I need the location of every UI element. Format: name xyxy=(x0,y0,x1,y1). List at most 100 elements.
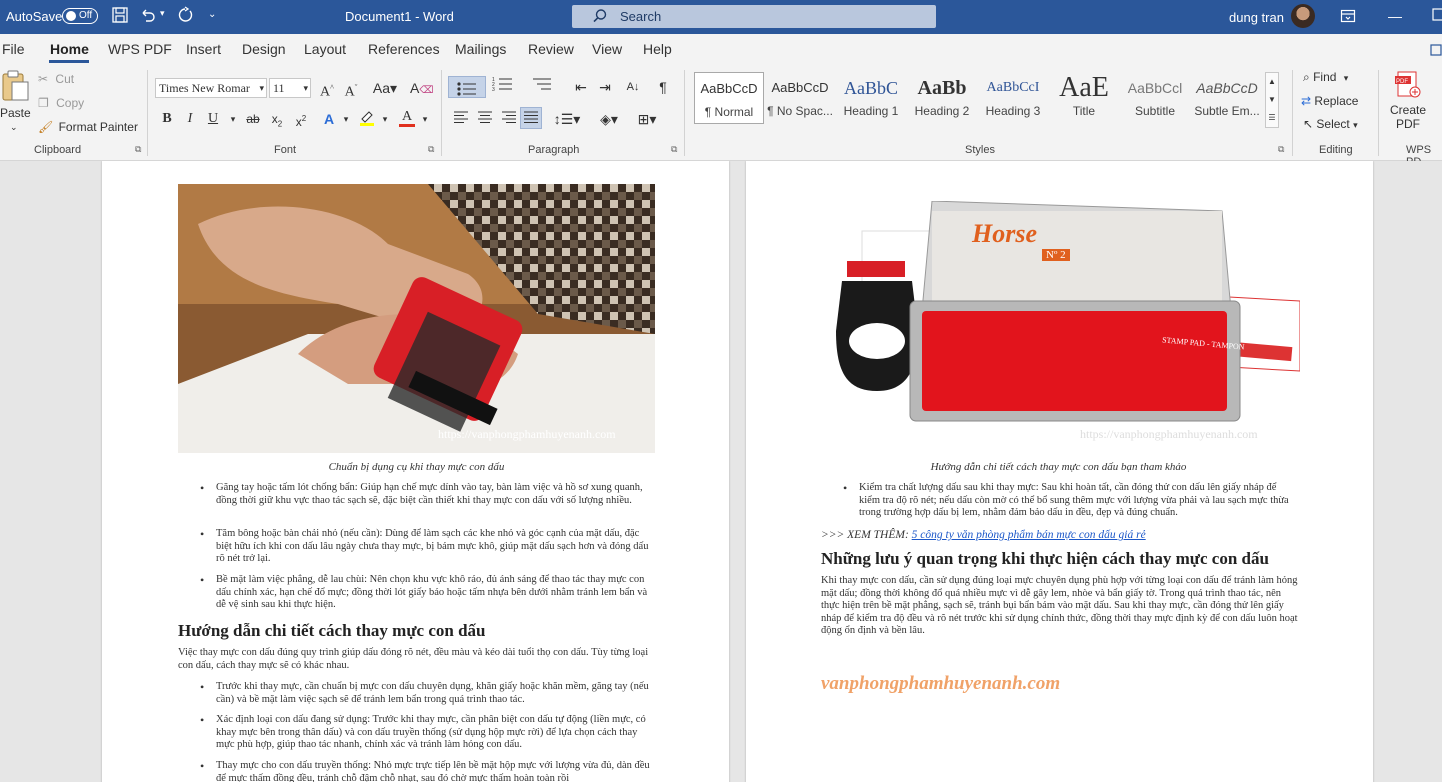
dialog-launcher-icon[interactable]: ⧉ xyxy=(428,144,434,155)
shading-icon[interactable]: ◈▾ xyxy=(594,108,624,130)
line-spacing-icon[interactable]: ↕☰▾ xyxy=(552,108,582,130)
underline-dropdown-icon[interactable]: ▾ xyxy=(222,108,244,130)
list-item: Kiểm tra chất lượng dấu sau khi thay mực… xyxy=(843,482,1299,520)
grow-font-icon[interactable]: A^ xyxy=(316,77,338,100)
styles-gallery-scroll[interactable]: ▲ ▼ ☰ xyxy=(1265,72,1279,128)
increase-indent-icon[interactable]: ⇥ xyxy=(594,76,616,98)
search-icon xyxy=(592,8,608,27)
search-box[interactable]: Search xyxy=(572,5,936,28)
autosave-toggle[interactable]: Off xyxy=(62,8,98,24)
format-painter-button[interactable]: 🖌 Format Painter xyxy=(38,120,138,134)
avatar[interactable] xyxy=(1291,4,1315,28)
tab-layout[interactable]: Layout xyxy=(304,41,346,57)
decrease-indent-icon[interactable]: ⇤ xyxy=(570,76,592,98)
show-hide-icon[interactable]: ¶ xyxy=(652,76,674,98)
style-heading-1[interactable]: AaBbC Heading 1 xyxy=(836,72,906,124)
title-bar: AutoSave Off ▾ ⌄ Document1 - Word Search… xyxy=(0,0,1442,34)
align-center-icon[interactable] xyxy=(474,108,496,130)
image-caption: Chuẩn bị dụng cụ khi thay mực con dấu xyxy=(328,461,505,473)
image-caption: Hướng dẫn chi tiết cách thay mực con dấu… xyxy=(930,461,1187,473)
tab-references[interactable]: References xyxy=(368,41,440,57)
ribbon-display-options-icon[interactable] xyxy=(1340,8,1356,27)
tab-wps-pdf[interactable]: WPS PDF xyxy=(108,41,172,57)
cut-label: Cut xyxy=(55,72,75,86)
strikethrough-icon[interactable]: ab xyxy=(242,108,264,130)
save-icon[interactable] xyxy=(111,6,129,27)
styles-group-label: Styles xyxy=(965,144,995,156)
copy-button[interactable]: ❐ Copy xyxy=(38,96,84,110)
chevron-down-icon[interactable]: ▼ xyxy=(1266,91,1278,109)
see-more-link[interactable]: 5 công ty văn phòng phẩm bán mực con dấu… xyxy=(912,529,1146,541)
font-size-box[interactable]: 11 ▾ xyxy=(269,78,311,98)
find-label: Find xyxy=(1313,70,1337,84)
paste-button[interactable]: Paste ⌄ xyxy=(0,70,31,132)
tab-home[interactable]: Home xyxy=(50,41,89,57)
bullets-icon[interactable] xyxy=(448,76,486,98)
paragraph-group-label: Paragraph xyxy=(528,144,580,156)
replace-button[interactable]: ⇄ Replace xyxy=(1301,94,1358,108)
minimize-icon[interactable]: — xyxy=(1388,8,1402,24)
more-icon[interactable]: ☰ xyxy=(1266,109,1278,127)
align-left-icon[interactable] xyxy=(450,108,472,130)
chevron-down-icon: ▾ xyxy=(303,83,308,93)
font-color-dropdown-icon[interactable]: ▾ xyxy=(414,108,436,130)
dialog-launcher-icon[interactable]: ⧉ xyxy=(135,144,141,155)
text-effects-dropdown-icon[interactable]: ▾ xyxy=(335,108,357,130)
customize-qat-icon[interactable]: ⌄ xyxy=(208,9,216,20)
style-normal[interactable]: AaBbCcD ¶ Normal xyxy=(694,72,764,124)
font-name-box[interactable]: Times New Romar ▾ xyxy=(155,78,267,98)
site-name: vanphongphamhuyenanh.com xyxy=(821,673,1061,694)
align-right-icon[interactable] xyxy=(498,108,520,130)
undo-icon[interactable] xyxy=(139,6,157,27)
document-area[interactable]: https://vanphongphamhuyenanh.com Chuẩn b… xyxy=(0,161,1442,782)
tab-insert[interactable]: Insert xyxy=(186,41,221,57)
tab-file[interactable]: File xyxy=(2,41,25,57)
font-group-label: Font xyxy=(274,144,297,156)
justify-icon[interactable] xyxy=(520,107,542,129)
undo-dropdown-icon[interactable]: ▾ xyxy=(160,8,165,19)
style-subtle-emphasis[interactable]: AaBbCcD Subtle Em... xyxy=(1192,72,1262,124)
tab-design[interactable]: Design xyxy=(242,41,286,57)
copy-icon: ❐ xyxy=(38,96,49,110)
redo-icon[interactable] xyxy=(176,6,194,27)
chevron-up-icon[interactable]: ▲ xyxy=(1266,73,1278,91)
tab-help[interactable]: Help xyxy=(643,41,672,57)
multilevel-list-icon[interactable] xyxy=(526,76,558,98)
style-heading-3[interactable]: AaBbCcI Heading 3 xyxy=(978,72,1048,124)
see-more-prefix: >>> XEM THÊM: xyxy=(821,529,912,541)
numbering-icon[interactable]: 123 xyxy=(488,76,518,98)
paste-dropdown-icon: ⌄ xyxy=(10,122,18,132)
page-2[interactable]: Horse Nº 2 STAMP PAD - TAMPON https://va… xyxy=(746,161,1373,782)
tab-review[interactable]: Review xyxy=(528,41,574,57)
product-photo: Horse Nº 2 STAMP PAD - TAMPON https://va… xyxy=(822,200,1301,441)
style-subtitle[interactable]: AaBbCcl Subtitle xyxy=(1120,72,1190,124)
superscript-icon[interactable]: x2 xyxy=(290,108,312,130)
sort-icon[interactable]: A↓ xyxy=(622,76,644,98)
borders-icon[interactable]: ⊞▾ xyxy=(632,108,662,130)
tab-view[interactable]: View xyxy=(592,41,622,57)
create-pdf-button[interactable]: PDF Create PDF xyxy=(1386,70,1430,131)
style-heading-2[interactable]: AaBb Heading 2 xyxy=(907,72,977,124)
style-title[interactable]: AaE Title xyxy=(1049,72,1119,124)
tab-mailings[interactable]: Mailings xyxy=(455,41,506,57)
dialog-launcher-icon[interactable]: ⧉ xyxy=(1278,144,1284,155)
italic-icon[interactable]: I xyxy=(179,108,201,130)
maximize-icon[interactable] xyxy=(1432,8,1442,25)
shrink-font-icon[interactable]: Aˇ xyxy=(340,77,362,100)
style-no-spacing[interactable]: AaBbCcD ¶ No Spac... xyxy=(765,72,835,124)
change-case-icon[interactable]: Aa▾ xyxy=(370,77,400,99)
cut-button[interactable]: ✂ Cut xyxy=(38,72,74,86)
share-icon[interactable] xyxy=(1430,42,1442,59)
underline-icon[interactable]: U xyxy=(202,108,224,130)
bold-icon[interactable]: B xyxy=(156,108,178,130)
page-1[interactable]: https://vanphongphamhuyenanh.com Chuẩn b… xyxy=(102,161,729,782)
user-name[interactable]: dung tran xyxy=(1229,10,1284,25)
dialog-launcher-icon[interactable]: ⧉ xyxy=(671,144,677,155)
subscript-icon[interactable]: x2 xyxy=(266,108,288,130)
find-button[interactable]: ⌕ Find ▾ xyxy=(1303,70,1348,85)
style-preview: AaBbCcl xyxy=(1127,80,1183,96)
select-button[interactable]: ↖ Select ▾ xyxy=(1303,117,1358,131)
clear-formatting-icon[interactable]: A⌫ xyxy=(410,77,433,99)
highlight-dropdown-icon[interactable]: ▾ xyxy=(374,108,396,130)
autosave-label: AutoSave xyxy=(6,9,63,24)
